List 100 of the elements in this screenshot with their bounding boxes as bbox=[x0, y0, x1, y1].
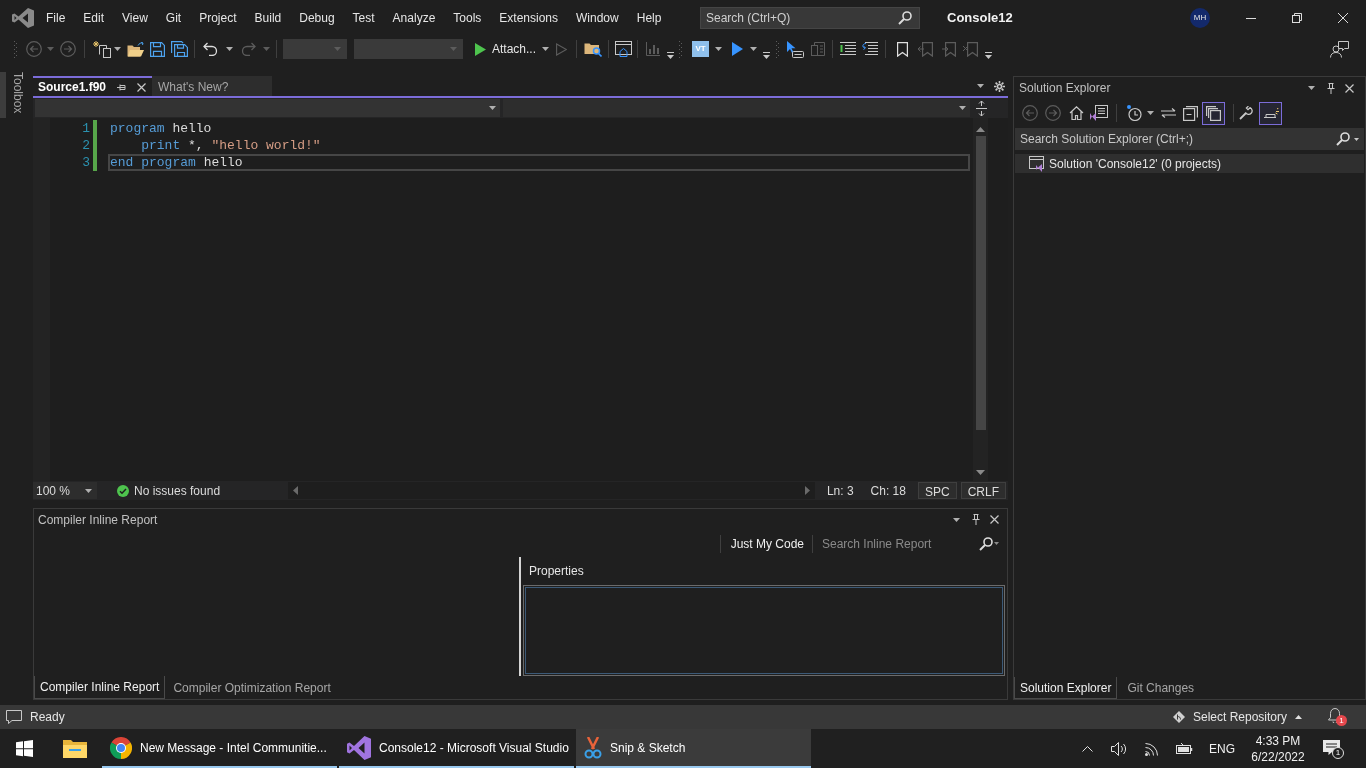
dropdown-field[interactable] bbox=[503, 99, 970, 117]
bookmark-left-arrow-icon[interactable] bbox=[918, 41, 934, 57]
undo-icon[interactable] bbox=[203, 42, 218, 56]
grip-icon[interactable] bbox=[14, 40, 17, 58]
clock-time[interactable]: 4:33 PM bbox=[1255, 732, 1301, 749]
scrollbar-thumb[interactable] bbox=[975, 136, 986, 430]
vertical-scrollbar[interactable] bbox=[973, 118, 988, 481]
clock-date[interactable]: 6/22/2022 bbox=[1251, 748, 1305, 765]
open-folder-icon[interactable] bbox=[127, 41, 145, 57]
split-icon[interactable] bbox=[976, 100, 987, 116]
bookmark-right-arrow-icon[interactable] bbox=[941, 41, 957, 57]
caret-icon[interactable] bbox=[1147, 111, 1154, 115]
status-message[interactable]: No issues found bbox=[134, 481, 221, 500]
attach-button[interactable]: Attach... bbox=[471, 38, 554, 60]
line-ending-indicator[interactable]: CRLF bbox=[960, 482, 1006, 499]
folder-magnifier-icon[interactable] bbox=[584, 41, 603, 57]
signal-arcs-icon[interactable] bbox=[1145, 741, 1160, 756]
wrench-icon[interactable] bbox=[1239, 106, 1253, 120]
bar-chart-icon[interactable] bbox=[646, 42, 661, 56]
speaker-icon[interactable] bbox=[1111, 741, 1127, 756]
menu-item[interactable]: Tools bbox=[444, 6, 491, 30]
column-indicator[interactable]: Ch: 18 bbox=[870, 481, 906, 500]
account-avatar[interactable]: MH bbox=[1190, 8, 1210, 28]
redo-icon[interactable] bbox=[241, 42, 256, 56]
dropdown-field[interactable] bbox=[35, 99, 500, 117]
panel-tab[interactable]: Solution Explorer bbox=[1014, 677, 1118, 699]
pointer-keyboard-icon[interactable] bbox=[786, 40, 805, 58]
bookmark-icon[interactable] bbox=[897, 41, 909, 57]
home-icon[interactable] bbox=[1069, 106, 1084, 120]
pin-icon[interactable] bbox=[117, 83, 127, 91]
floppy-disk-icon[interactable] bbox=[150, 41, 165, 57]
toggle-button[interactable] bbox=[1259, 101, 1282, 125]
caret-icon[interactable] bbox=[953, 517, 960, 522]
menu-item[interactable]: File bbox=[37, 6, 75, 30]
overflow-icon[interactable] bbox=[763, 52, 771, 59]
person-speech-icon[interactable] bbox=[1330, 40, 1349, 58]
repository-button[interactable]: Select Repository bbox=[1168, 705, 1306, 729]
clock-icon[interactable] bbox=[1126, 105, 1142, 121]
toggle-button[interactable] bbox=[1202, 101, 1225, 125]
caret-icon[interactable] bbox=[226, 47, 233, 51]
menu-item[interactable]: Help bbox=[627, 6, 671, 30]
window-house-icon[interactable] bbox=[615, 41, 633, 57]
close-icon[interactable] bbox=[990, 515, 999, 525]
horizontal-scrollbar[interactable] bbox=[288, 482, 815, 499]
search-field[interactable]: Search Inline Report bbox=[815, 533, 973, 554]
collapse-icon[interactable] bbox=[1183, 105, 1198, 121]
line-indicator[interactable]: Ln: 3 bbox=[826, 481, 854, 500]
document-tab[interactable]: What's New? bbox=[152, 76, 273, 96]
panel-tab[interactable]: Compiler Optimization Report bbox=[165, 676, 339, 699]
whitespace-indicator[interactable]: SPC bbox=[917, 482, 957, 499]
menu-item[interactable]: View bbox=[113, 6, 157, 30]
dropdown-field[interactable] bbox=[354, 39, 463, 59]
menu-item[interactable]: Build bbox=[245, 6, 291, 30]
search-field[interactable]: Search Solution Explorer (Ctrl+;) bbox=[1015, 128, 1364, 150]
taskbar-app[interactable]: New Message - Intel Communitie... bbox=[102, 729, 337, 768]
tree-item[interactable]: Solution 'Console12' (0 projects) bbox=[1015, 154, 1364, 173]
menu-item[interactable]: Analyze bbox=[383, 6, 445, 30]
gear-icon[interactable] bbox=[994, 80, 1005, 92]
stacked-pages-icon[interactable] bbox=[93, 40, 111, 58]
taskbar-app[interactable]: Snip & Sketch bbox=[576, 729, 811, 768]
just-my-code-button[interactable]: Just My Code bbox=[730, 534, 804, 553]
menu-item[interactable]: Project bbox=[190, 6, 246, 30]
bell-icon[interactable] bbox=[1328, 708, 1342, 723]
close-icon[interactable] bbox=[1345, 83, 1354, 93]
menu-item[interactable]: Window bbox=[567, 6, 628, 30]
text-lines-icon[interactable] bbox=[840, 42, 857, 56]
battery-icon[interactable] bbox=[1176, 742, 1193, 755]
play-icon[interactable] bbox=[732, 42, 744, 56]
caret-icon[interactable] bbox=[715, 47, 723, 51]
floppy-disks-icon[interactable] bbox=[171, 41, 188, 57]
pin-icon[interactable] bbox=[1327, 82, 1336, 94]
menu-item[interactable]: Git bbox=[156, 6, 191, 30]
panel-tab[interactable]: Compiler Inline Report bbox=[34, 676, 166, 699]
menu-item[interactable]: Debug bbox=[290, 6, 344, 30]
menu-item[interactable]: Extensions bbox=[490, 6, 568, 30]
caret-icon[interactable] bbox=[114, 47, 121, 51]
document-stack-icon[interactable] bbox=[811, 42, 826, 56]
text-lines-arrow-icon[interactable] bbox=[861, 42, 879, 56]
caret-icon[interactable] bbox=[750, 47, 758, 51]
pin-icon[interactable] bbox=[972, 514, 981, 526]
grip-icon[interactable] bbox=[776, 40, 780, 58]
zoom-dropdown[interactable]: 100 % bbox=[33, 482, 97, 499]
caret-icon[interactable] bbox=[977, 84, 984, 88]
grip-icon[interactable] bbox=[679, 40, 683, 58]
taskbar-app[interactable]: Console12 - Microsoft Visual Studio bbox=[339, 729, 574, 768]
language-indicator[interactable]: ENG bbox=[1209, 739, 1235, 758]
two-arrows-icon[interactable] bbox=[1161, 108, 1176, 118]
caret-icon[interactable] bbox=[1308, 86, 1315, 90]
menu-item[interactable]: Test bbox=[343, 6, 384, 30]
menu-item[interactable]: Edit bbox=[74, 6, 114, 30]
panel-tab[interactable]: Git Changes bbox=[1117, 677, 1205, 699]
search-input[interactable]: Search (Ctrl+Q) bbox=[706, 9, 898, 27]
bookmark-cross-icon[interactable] bbox=[963, 41, 979, 57]
chevron-up-icon[interactable] bbox=[1082, 745, 1093, 752]
search-input[interactable]: Search Solution Explorer (Ctrl+;) bbox=[1020, 130, 1336, 148]
search-field[interactable]: Search (Ctrl+Q) bbox=[700, 7, 920, 29]
overflow-icon[interactable] bbox=[667, 52, 675, 59]
dropdown-field[interactable] bbox=[283, 39, 347, 59]
close-icon[interactable] bbox=[137, 82, 147, 92]
document-ribbon-icon[interactable] bbox=[1090, 105, 1108, 121]
